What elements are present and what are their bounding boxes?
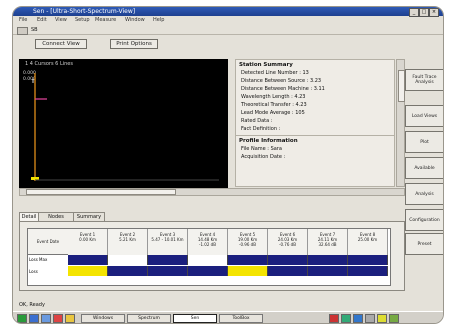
summary-line: Lead Mode Average : 105 — [241, 110, 305, 116]
table-column-header[interactable]: Event 1 0.00 Km — [68, 229, 108, 258]
preset-button[interactable]: Preset — [405, 233, 443, 255]
configuration-button[interactable]: Configuration — [405, 209, 443, 231]
table-cell[interactable] — [348, 266, 388, 276]
summary-heading: Station Summary — [239, 62, 293, 68]
menu-bar: File Edit View Setup Measure Window Help — [13, 17, 443, 25]
task-button-active[interactable]: Sen — [173, 314, 217, 323]
menu-setup[interactable]: Setup — [75, 17, 90, 23]
browser-icon[interactable] — [29, 314, 39, 323]
taskbar: Windows Spectrum Sen ToolBox — [13, 311, 443, 323]
status-bar-text: OK, Ready — [19, 302, 45, 308]
summary-line: Wavelength Length : 4.23 — [241, 94, 306, 100]
document-icon[interactable] — [17, 27, 28, 35]
vertical-scrollbar[interactable] — [396, 59, 405, 187]
task-button[interactable]: Windows — [81, 314, 125, 323]
print-options-button[interactable]: Print Options — [110, 39, 158, 49]
table-column-header[interactable]: Event 6 24.03 Km -0.76 dB — [268, 229, 308, 258]
table-cell[interactable] — [228, 266, 268, 276]
table-cell[interactable] — [68, 266, 108, 276]
close-button[interactable]: × — [429, 8, 439, 17]
trace-graph[interactable]: 1 4 Cursors 6 Lines 0.000 0.000 — [19, 59, 228, 188]
tray-icon[interactable] — [365, 314, 375, 323]
summary-line: Distance Between Source : 3.23 — [241, 78, 322, 84]
table-column-header[interactable]: Event 2 5.21 Km — [108, 229, 148, 258]
profile-line: File Name : Sara — [241, 146, 282, 152]
profile-heading: Profile Information — [239, 138, 298, 144]
table-row-header: Event Date — [28, 229, 69, 255]
table-cell[interactable] — [268, 266, 308, 276]
summary-line: Fact Definition : — [241, 126, 281, 132]
table-cell[interactable] — [268, 255, 308, 265]
summary-line: Rated Data : — [241, 118, 273, 124]
summary-line: Detected Line Number : 13 — [241, 70, 309, 76]
tab-detail[interactable]: Detail — [19, 212, 39, 221]
table-cell[interactable] — [148, 255, 188, 265]
tray-icon[interactable] — [341, 314, 351, 323]
table-column-header[interactable]: Event 4 14.48 Km -1.02 dB — [188, 229, 228, 258]
available-button[interactable]: Available — [405, 157, 443, 179]
app-icon[interactable] — [65, 314, 75, 323]
row-label-loss: Loss — [29, 269, 38, 274]
table-cell[interactable] — [188, 266, 228, 276]
app-icon[interactable] — [53, 314, 63, 323]
load-views-button[interactable]: Load Views — [405, 105, 443, 127]
menu-help[interactable]: Help — [153, 17, 164, 23]
task-button[interactable]: ToolBox — [219, 314, 263, 323]
trace-plot — [31, 73, 219, 181]
app-window: Sen - [Ultra-Short-Spectrum-View] _ □ × … — [12, 6, 444, 324]
menu-file[interactable]: File — [19, 17, 27, 23]
table-cell[interactable] — [348, 255, 388, 265]
profile-line: Acquisition Date : — [241, 154, 286, 160]
table-cell[interactable] — [228, 255, 268, 265]
task-button[interactable]: Spectrum — [127, 314, 171, 323]
table-column-header[interactable]: Event 3 5.47 - 10.01 Km — [148, 229, 188, 258]
menu-view[interactable]: View — [55, 17, 67, 23]
menu-measure[interactable]: Measure — [95, 17, 116, 23]
table-column-header[interactable]: Event 8 25.00 Km — [348, 229, 388, 258]
tray-icon[interactable] — [389, 314, 399, 323]
maximize-button[interactable]: □ — [419, 8, 429, 17]
station-summary-panel: Station Summary Detected Line Number : 1… — [235, 59, 395, 187]
fault-trace-analysis-button[interactable]: Fault Trace Analysis — [405, 69, 443, 91]
summary-line: Distance Between Machine : 3.11 — [241, 86, 325, 92]
summary-line: Theoretical Transfer : 4.23 — [241, 102, 307, 108]
scrollbar-thumb[interactable] — [398, 70, 405, 102]
plot-button[interactable]: Plot — [405, 131, 443, 153]
connect-view-button[interactable]: Connect View — [35, 39, 87, 49]
tray-icon[interactable] — [377, 314, 387, 323]
minimize-button[interactable]: _ — [409, 8, 419, 17]
start-icon[interactable] — [17, 314, 27, 323]
title-bar[interactable]: Sen - [Ultra-Short-Spectrum-View] _ □ × — [13, 7, 443, 17]
window-title: Sen - [Ultra-Short-Spectrum-View] — [33, 8, 136, 15]
table-cell[interactable] — [108, 255, 148, 265]
menu-window[interactable]: Window — [125, 17, 145, 23]
summary-divider — [236, 135, 394, 136]
toolbar-label: SB — [31, 27, 38, 33]
tray-icon[interactable] — [329, 314, 339, 323]
toolbar: SB — [13, 26, 443, 35]
event-table[interactable]: Event Date Event 1 0.00 Km Event 2 5.21 K… — [27, 228, 391, 286]
folder-icon[interactable] — [41, 314, 51, 323]
scrollbar-thumb[interactable] — [26, 189, 176, 195]
table-column-header[interactable]: Event 7 24.11 Km 32.64 dB — [308, 229, 348, 258]
analysis-button[interactable]: Analysis — [405, 183, 443, 205]
row-label-loss-max: Loss Max — [29, 257, 48, 262]
table-cell[interactable] — [188, 255, 228, 265]
table-cell[interactable] — [108, 266, 148, 276]
menu-edit[interactable]: Edit — [37, 17, 47, 23]
table-cell[interactable] — [308, 266, 348, 276]
horizontal-scrollbar[interactable] — [19, 188, 405, 196]
table-cell[interactable] — [68, 255, 108, 265]
table-cell[interactable] — [308, 255, 348, 265]
table-column-header[interactable]: Event 5 19.00 Km -0.96 dB — [228, 229, 268, 258]
table-cell[interactable] — [148, 266, 188, 276]
tray-icon[interactable] — [353, 314, 363, 323]
